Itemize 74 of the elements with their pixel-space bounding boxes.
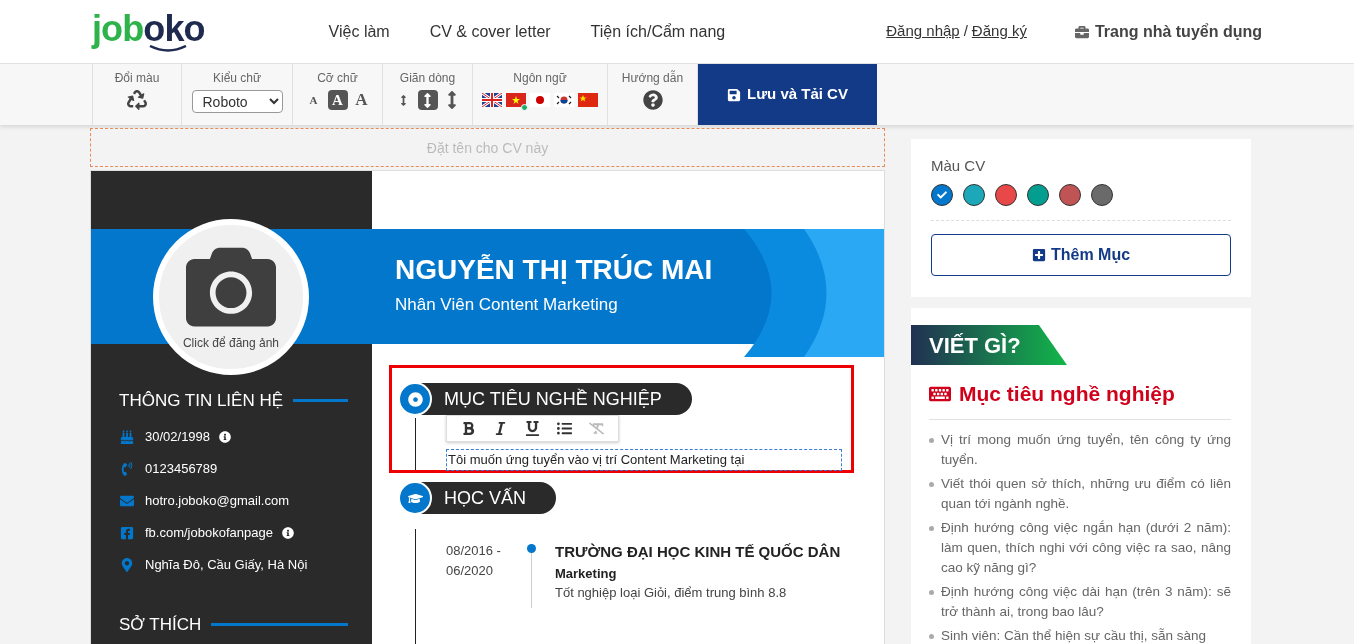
tool-label: Giãn dòng [399, 70, 456, 87]
location-pin-icon [119, 557, 135, 572]
save-icon [727, 87, 742, 102]
color-label: Màu CV [931, 157, 986, 174]
briefcase-icon [1074, 24, 1089, 39]
info-icon[interactable] [281, 526, 294, 539]
photo-caption: Click để đăng ảnh [182, 334, 280, 352]
employer-link[interactable]: Trang nhà tuyển dụng [1074, 19, 1262, 44]
logo[interactable]: joboko [92, 10, 205, 53]
contact-text: 0123456789 [145, 459, 218, 478]
candidate-name: NGUYỄN THỊ TRÚC MAI [395, 255, 713, 284]
tool-label: Đổi màu [114, 70, 160, 87]
nav-link[interactable]: CV & cover letter [429, 19, 551, 44]
tip-text: Vị trí mong muốn ứng tuyển, tên công ty ứng tuyển. [941, 430, 1231, 469]
font-size-button[interactable]: A [351, 90, 372, 110]
major: Marketing [555, 564, 618, 583]
register-link[interactable]: Đăng ký [971, 20, 1027, 43]
tips-title: Mục tiêu nghề nghiệp [959, 381, 1175, 407]
end-date: 06/2020 [446, 562, 494, 580]
line-spacing-button[interactable] [417, 90, 438, 110]
login-link[interactable]: Đăng nhập [886, 20, 960, 43]
check-icon [937, 190, 947, 200]
cake-icon [119, 429, 135, 444]
font-size-button[interactable]: A [303, 90, 324, 110]
tips-badge: VIẾT GÌ? [911, 325, 1067, 365]
objective-text-field[interactable]: Tôi muốn ứng tuyển vào vị trí Content Marketing tại [446, 448, 842, 471]
cv-name-field[interactable]: Đặt tên cho CV này [90, 128, 885, 167]
contact-text: Nghĩa Đô, Cầu Giấy, Hà Nội [145, 555, 308, 574]
font-size-button[interactable]: A [327, 90, 348, 110]
target-icon [398, 382, 432, 416]
school-name: TRƯỜNG ĐẠI HỌC KINH TẾ QUỐC DÂN [555, 542, 841, 562]
envelope-icon [119, 493, 135, 508]
language-flag[interactable] [482, 93, 502, 107]
tool-label: Kiểu chữ [212, 70, 262, 87]
education-detail: Tốt nghiệp loại Giỏi, điểm trung bình 8.8 [555, 584, 788, 602]
language-flag[interactable] [554, 93, 574, 107]
tool-label: Hướng dẫn [621, 69, 684, 87]
color-swatch[interactable] [1091, 184, 1113, 206]
color-swatch[interactable] [1059, 184, 1081, 206]
graduation-cap-icon [398, 481, 432, 515]
nav-link[interactable]: Tiện ích/Cẩm nang [590, 19, 726, 44]
recycle-icon[interactable] [127, 90, 147, 110]
plus-icon [1031, 248, 1046, 262]
start-date: 08/2016 - [446, 542, 502, 560]
tip-text: Sinh viên: Cần thể hiện sự cầu thị, sẵn sàng [941, 626, 1206, 644]
section-title: THÔNG TIN LIÊN HỆ [119, 390, 284, 412]
color-swatch[interactable] [931, 184, 953, 206]
contact-text: hotro.joboko@gmail.com [145, 491, 289, 510]
contact-text: fb.com/jobokofanpage [145, 523, 273, 542]
tip-text: Viết thói quen sở thích, những ưu điểm có liên quan tới ngành nghề. [941, 474, 1231, 513]
nav-link[interactable]: Việc làm [328, 19, 390, 44]
save-download-button[interactable]: Lưu và Tải CV [698, 64, 877, 125]
separator: / [963, 21, 968, 42]
color-swatch[interactable] [1027, 184, 1049, 206]
underline-icon[interactable] [525, 421, 540, 436]
bold-icon[interactable] [461, 421, 477, 436]
contact-text: 30/02/1998 [145, 427, 211, 446]
vertical-arrows-icon [398, 94, 409, 106]
section-title: SỞ THÍCH [119, 613, 202, 636]
add-section-button[interactable]: Thêm Mục [931, 234, 1231, 276]
facebook-icon [119, 525, 135, 540]
color-swatch[interactable] [995, 184, 1017, 206]
tip-text: Định hướng công việc ngắn hạn (dưới 2 năm): làm quen, thích nghi với công việc ra sao, nâng cao kỹ năng gì? [941, 518, 1231, 577]
selected-section[interactable]: MỤC TIÊU NGHỀ NGHIỆP Tôi muốn ứng tuyển vào vị trí Content Marketing tại [389, 365, 854, 473]
tip-text: Định hướng công việc dài hạn (trên 3 năm): sẽ trở thành ai, trong bao lâu? [941, 582, 1231, 621]
font-select[interactable]: Roboto [191, 90, 283, 113]
tool-label: Ngôn ngữ [513, 70, 567, 87]
tool-label: Cỡ chữ [317, 70, 358, 87]
info-icon[interactable] [219, 430, 232, 443]
color-swatch[interactable] [963, 184, 985, 206]
job-title: Nhân Viên Content Marketing [395, 293, 619, 316]
list-icon[interactable] [556, 421, 572, 436]
help-icon[interactable] [642, 90, 663, 110]
phone-icon [119, 461, 135, 476]
